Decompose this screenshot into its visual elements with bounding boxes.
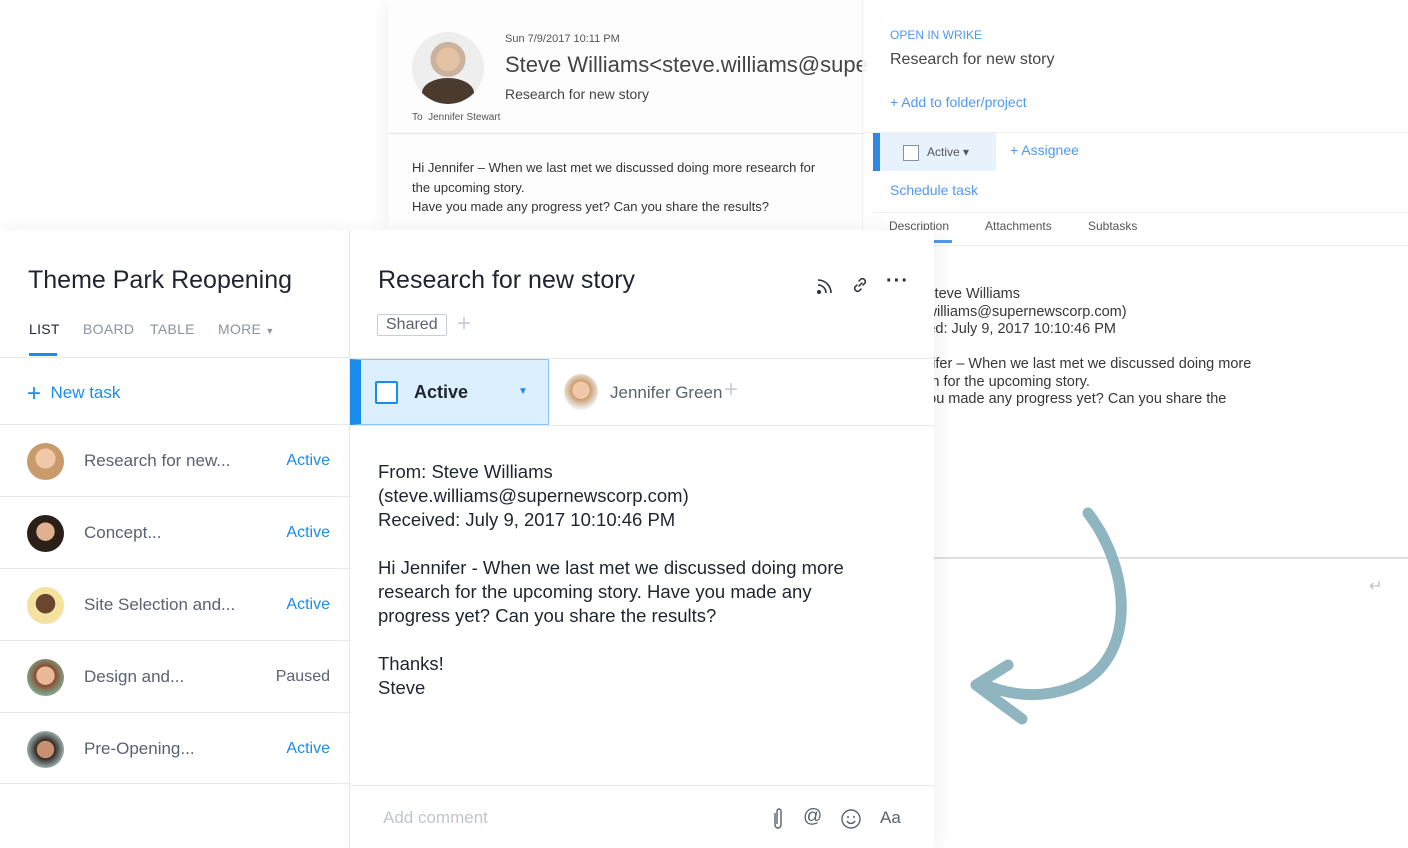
task-name: Pre-Opening... xyxy=(84,739,195,758)
shared-tag[interactable]: Shared xyxy=(377,314,447,336)
desc-line: (steve.williams@supernewscorp.com) xyxy=(883,303,1127,320)
emoji-icon[interactable] xyxy=(840,808,862,830)
email-body-line: Have you made any progress yet? Can you … xyxy=(412,199,769,214)
assignee-name[interactable]: Jennifer Green xyxy=(610,383,722,403)
task-row[interactable]: Design and... Paused xyxy=(0,640,350,712)
sender-avatar xyxy=(412,32,484,104)
to-label: To xyxy=(412,112,423,123)
desc-line: Hi Jennifer – When we last met we discus… xyxy=(883,356,1252,372)
tab-subtasks[interactable]: Subtasks xyxy=(1088,219,1137,233)
task-name: Design and... xyxy=(84,667,185,686)
schedule-task-link[interactable]: Schedule task xyxy=(890,182,978,198)
new-task-button[interactable]: + New task xyxy=(27,380,120,408)
email-to: Jennifer Stewart xyxy=(428,112,501,123)
active-tab-indicator xyxy=(932,240,952,243)
email-body-line: Hi Jennifer – When we last met we discus… xyxy=(412,160,816,175)
desc-line: From: Steve Williams xyxy=(883,286,1020,302)
project-title: Theme Park Reopening xyxy=(28,266,293,294)
status-badge: Paused xyxy=(275,668,330,685)
add-assignee-link[interactable]: + Assignee xyxy=(1010,142,1079,158)
complete-checkbox[interactable] xyxy=(375,381,398,404)
desc-line: Received: July 9, 2017 10:10:46 PM xyxy=(883,321,1116,337)
wrike-description: From: Steve Williams (steve.williams@sup… xyxy=(883,286,1251,479)
task-row[interactable]: Concept... Active xyxy=(0,496,350,568)
email-preview: Sun 7/9/2017 10:11 PM Steve Williams<ste… xyxy=(388,0,868,230)
wrike-status-button[interactable]: Active ▾ xyxy=(873,133,996,171)
task-detail-panel: Research for new story ··· Shared + Acti… xyxy=(350,230,934,848)
tab-more-label: MORE xyxy=(218,321,262,337)
desc-line: results? xyxy=(883,409,1251,427)
task-name: Research for new... xyxy=(84,451,231,470)
task-row[interactable]: Site Selection and... Active xyxy=(0,568,350,640)
status-label: Active xyxy=(414,382,469,402)
desc-line: Steve xyxy=(883,461,1251,479)
desc-line: Steve xyxy=(378,677,426,698)
email-from: Steve Williams<steve.williams@supe xyxy=(505,52,868,77)
task-title[interactable]: Research for new story xyxy=(378,266,635,295)
desc-line: From: Steve Williams xyxy=(378,461,553,482)
link-icon[interactable] xyxy=(851,276,869,294)
desc-line: Have you made any progress yet? Can you … xyxy=(883,391,1227,407)
enter-icon[interactable]: ↵ xyxy=(1369,576,1382,596)
email-subject: Research for new story xyxy=(505,86,649,102)
open-in-wrike-link[interactable]: OPEN IN WRIKE xyxy=(890,28,982,42)
avatar xyxy=(27,443,64,480)
status-dropdown[interactable]: Active ▼ xyxy=(350,359,549,425)
desc-line: (steve.williams@supernewscorp.com) xyxy=(378,485,689,506)
desc-line: progress yet? Can you share the results? xyxy=(378,605,717,626)
tab-list[interactable]: LIST xyxy=(29,321,60,337)
task-row[interactable]: Pre-Opening... Active xyxy=(0,712,350,784)
active-tab-indicator xyxy=(29,353,57,356)
wrike-task-title: Research for new story xyxy=(890,51,1055,68)
add-tag-icon[interactable]: + xyxy=(457,310,471,338)
more-options-icon[interactable]: ··· xyxy=(886,270,909,293)
project-list-panel: Theme Park Reopening LIST BOARD TABLE MO… xyxy=(0,230,350,848)
task-name: Concept... xyxy=(84,523,162,542)
add-assignee-icon[interactable]: + xyxy=(724,376,738,404)
status-badge: Active xyxy=(286,524,330,541)
email-body: Hi Jennifer – When we last met we discus… xyxy=(412,158,815,217)
status-label: Active ▾ xyxy=(927,145,970,159)
text-format-button[interactable]: Aa xyxy=(880,808,901,828)
task-description[interactable]: From: Steve Williams (steve.williams@sup… xyxy=(378,460,844,700)
avatar xyxy=(27,587,64,624)
assignee-avatar xyxy=(564,374,598,410)
status-badge: Active xyxy=(286,596,330,613)
avatar xyxy=(27,659,64,696)
desc-line: Received: July 9, 2017 10:10:46 PM xyxy=(378,509,676,530)
plus-icon: + xyxy=(27,380,42,407)
new-task-label: New task xyxy=(50,383,121,402)
desc-line: Hi Jennifer - When we last met we discus… xyxy=(378,557,844,578)
tab-attachments[interactable]: Attachments xyxy=(985,219,1052,233)
status-badge: Active xyxy=(286,452,330,469)
desc-line: Thanks! xyxy=(378,653,444,674)
paperclip-icon[interactable] xyxy=(771,807,785,831)
task-name: Site Selection and... xyxy=(84,595,236,614)
desc-line: research for the upcoming story. xyxy=(883,373,1090,390)
caret-down-icon: ▼ xyxy=(518,386,528,397)
avatar xyxy=(27,515,64,552)
avatar xyxy=(27,731,64,768)
email-body-line: the upcoming story. xyxy=(412,179,525,195)
desc-line: Thanks! xyxy=(883,444,1251,462)
task-row[interactable]: Research for new... Active xyxy=(0,424,350,496)
add-folder-link[interactable]: + Add to folder/project xyxy=(890,94,1027,110)
mention-icon[interactable]: @ xyxy=(803,806,822,828)
curved-arrow-icon xyxy=(970,507,1127,725)
status-badge: Active xyxy=(286,740,330,757)
tab-more[interactable]: MORE ▼ xyxy=(218,321,275,337)
caret-down-icon: ▼ xyxy=(265,326,275,336)
tab-board[interactable]: BOARD xyxy=(83,321,134,337)
tab-table[interactable]: TABLE xyxy=(150,321,195,337)
rss-icon[interactable] xyxy=(816,277,834,295)
desc-line: research for the upcoming story. Have yo… xyxy=(378,581,812,602)
divider xyxy=(388,133,868,134)
email-date: Sun 7/9/2017 10:11 PM xyxy=(505,33,620,45)
comment-input[interactable]: Add comment xyxy=(383,808,488,828)
checkbox-icon[interactable] xyxy=(903,145,919,161)
